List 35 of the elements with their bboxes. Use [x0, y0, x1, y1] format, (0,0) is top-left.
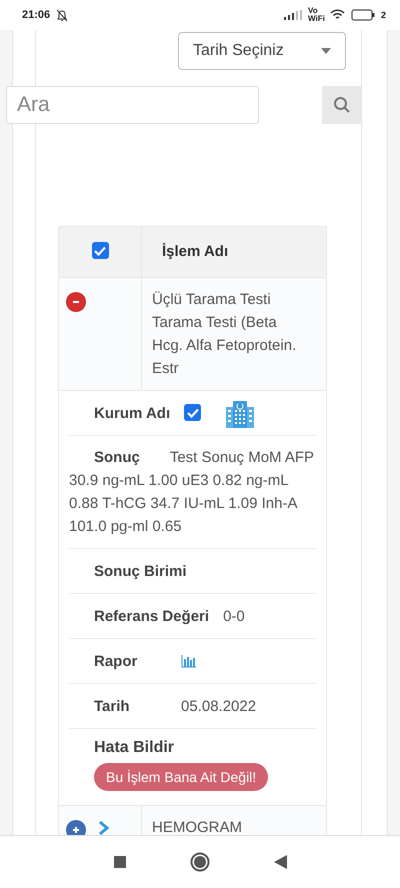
- home-icon[interactable]: [190, 852, 210, 872]
- field-value: 05.08.2022: [181, 698, 256, 714]
- back-icon[interactable]: [274, 855, 286, 869]
- bar-chart-icon[interactable]: [181, 654, 197, 668]
- date-select[interactable]: Tarih Seçiniz: [178, 32, 346, 70]
- clock: 21:06: [22, 9, 50, 21]
- institution-checkbox[interactable]: [184, 404, 202, 422]
- recent-apps-icon[interactable]: [114, 856, 126, 868]
- field-label: Rapor: [94, 652, 138, 670]
- chevron-icon: [98, 820, 110, 835]
- hospital-icon: [225, 398, 256, 428]
- select-all-checkbox[interactable]: [92, 242, 108, 259]
- column-header: İşlem Adı: [161, 243, 228, 260]
- field-label: Sonuç Birimi: [94, 562, 187, 580]
- battery-level: 2: [380, 10, 386, 20]
- wifi-icon: [330, 9, 345, 21]
- collapse-button[interactable]: [66, 292, 86, 312]
- bell-off-icon: [56, 8, 68, 22]
- result-text: Sonuç Test Sonuç MoM AFP 30.9 ng-mL 1.00 uE3 0.82 ng-mL 0.88 T-hCG 34.7 IU-mL 1.09 Inh-A 101.0 pg-ml 0.65: [69, 436, 316, 549]
- network-label: Vo WiFi: [308, 7, 324, 23]
- caret-icon: [321, 48, 331, 54]
- field-label: Referans Değeri: [94, 608, 210, 624]
- field-value: 0-0: [223, 608, 245, 624]
- field-label: Hata Bildir: [94, 739, 176, 757]
- search-button[interactable]: [322, 86, 361, 124]
- battery-icon: [350, 9, 375, 21]
- field-label: Tarih: [94, 698, 131, 714]
- procedure-name: HEMOGRAM: [152, 819, 242, 835]
- search-field[interactable]: Ara: [6, 86, 259, 124]
- signal-icon: [284, 10, 302, 20]
- search-icon: [332, 96, 350, 114]
- procedure-name: Üçlü Tarama Testi Tarama Testi (Beta Hcg. Alfa Fetoprotein. Estr: [152, 291, 296, 377]
- field-label: Kurum Adı: [94, 404, 170, 422]
- expand-button[interactable]: [66, 820, 86, 835]
- report-error-button[interactable]: Bu İşlem Bana Ait Değil!: [94, 763, 268, 791]
